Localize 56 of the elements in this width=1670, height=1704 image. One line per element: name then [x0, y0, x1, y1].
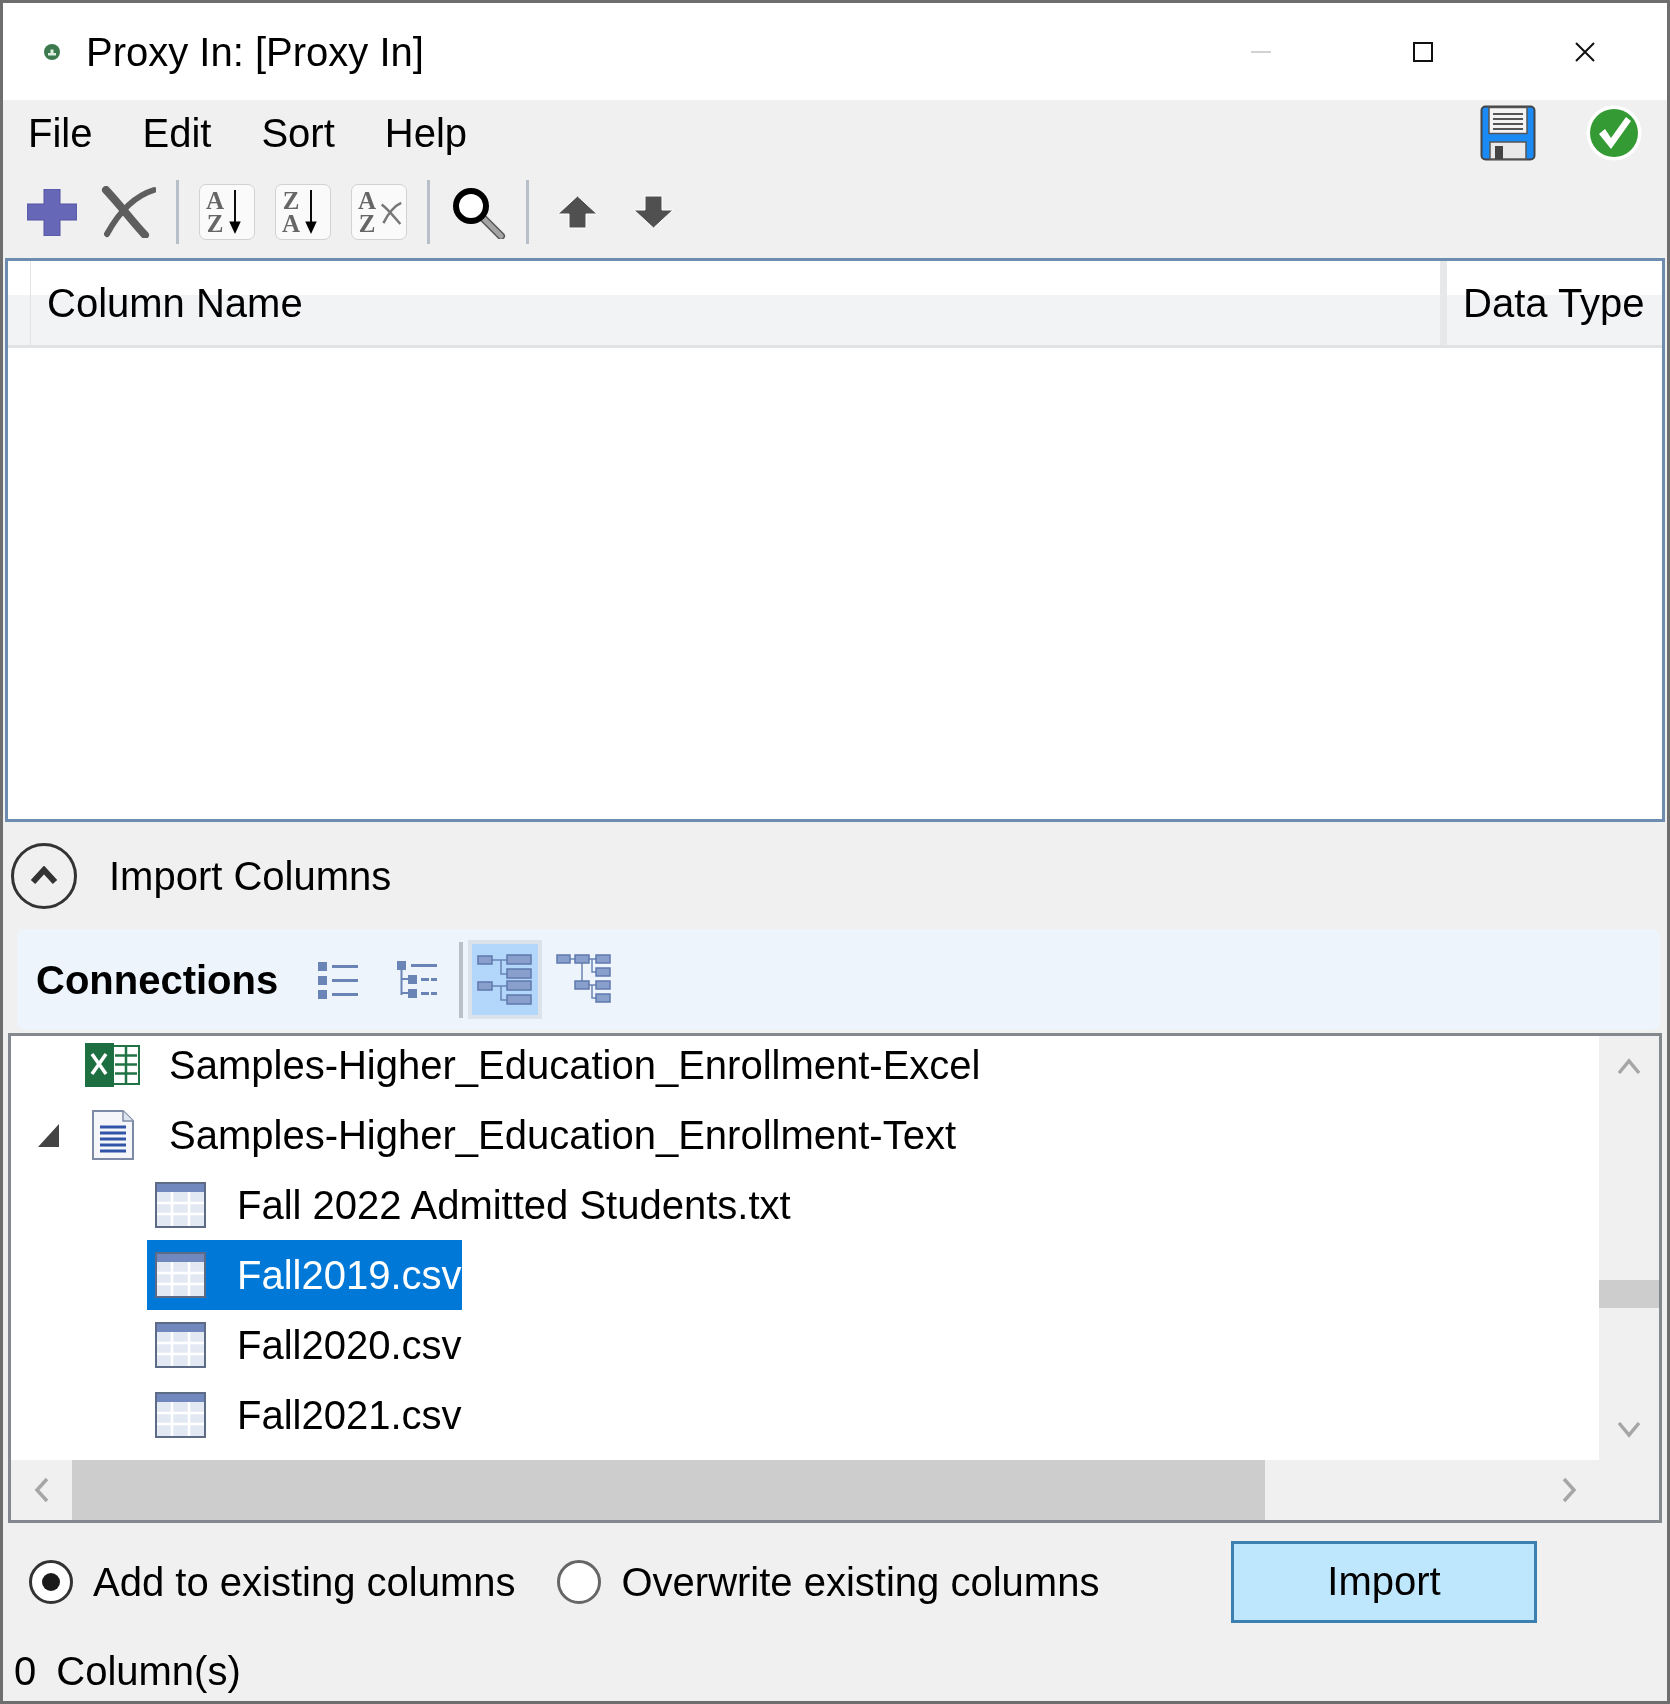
view-button[interactable] [468, 940, 543, 1019]
app-icon [44, 43, 60, 60]
scrollbar-thumb[interactable] [1599, 1280, 1659, 1308]
section-title: Import Columns [109, 852, 392, 900]
tree-item[interactable]: Fall2021.csv [147, 1380, 462, 1450]
chevron-right-icon[interactable] [1560, 1477, 1577, 1503]
collapse-button[interactable] [11, 842, 77, 909]
tree-item[interactable]: Fall2020.csv [147, 1310, 462, 1380]
table-icon [155, 1392, 206, 1438]
add-icon[interactable] [27, 188, 77, 236]
table-icon [155, 1252, 206, 1298]
table-icon [155, 1322, 206, 1368]
document-icon [91, 1110, 134, 1160]
radio-button[interactable] [29, 1559, 73, 1604]
status-label: Column(s) [56, 1647, 241, 1695]
down-arrow-icon [228, 190, 243, 234]
tree-icon [556, 953, 613, 1006]
save-icon[interactable] [1480, 105, 1536, 161]
radio-label[interactable]: Add to existing columns [93, 1557, 516, 1606]
radio-label[interactable]: Overwrite existing columns [621, 1557, 1100, 1606]
tree-item[interactable]: Fall 2022 Admitted Students.txt [147, 1170, 791, 1240]
chevron-up-icon[interactable] [1617, 1057, 1641, 1075]
indented-list-icon [397, 960, 438, 999]
column-header[interactable]: Data Type [1447, 261, 1662, 345]
clear-sort-button[interactable]: A Z [351, 184, 407, 240]
import-button[interactable]: Import [1231, 1540, 1537, 1623]
check-icon[interactable] [1586, 105, 1642, 161]
scrollbar-thumb[interactable] [72, 1460, 1265, 1520]
list-icon [318, 960, 359, 999]
chevron-left-icon[interactable] [33, 1477, 50, 1503]
window-title: Proxy In: [Proxy In] [86, 28, 424, 76]
down-arrow-icon[interactable] [632, 195, 674, 229]
menu-item[interactable]: Edit [117, 109, 237, 157]
tree-item[interactable]: Fall2019.csv [147, 1240, 462, 1310]
tree-icon [477, 953, 534, 1006]
menu-item[interactable]: Help [359, 109, 492, 157]
up-arrow-icon[interactable] [556, 195, 598, 229]
panel-title: Connections [36, 956, 279, 1004]
sort-button[interactable]: A Z [199, 184, 255, 240]
down-arrow-icon [304, 190, 319, 234]
menu-item[interactable]: Sort [236, 109, 360, 157]
chevron-down-icon[interactable] [1617, 1421, 1641, 1439]
tree-item[interactable]: Samples-Higher_Education_Enrollment-Text [79, 1100, 957, 1170]
expander-arrow-icon[interactable] [37, 1123, 59, 1147]
spreadsheet-icon [85, 1043, 140, 1087]
table-icon [155, 1182, 206, 1228]
tree-item[interactable]: Samples-Higher_Education_Enrollment-Excel [79, 1036, 981, 1100]
menu-item[interactable]: File [3, 109, 118, 157]
column-count: 0 [14, 1647, 37, 1695]
x-mark-icon [380, 200, 403, 226]
delete-icon[interactable] [100, 186, 156, 238]
close-icon[interactable] [1575, 41, 1595, 62]
search-icon[interactable] [450, 185, 506, 239]
sort-button[interactable]: Z A [275, 184, 331, 240]
maximize-icon[interactable] [1413, 41, 1433, 62]
column-header[interactable]: Column Name [31, 261, 1447, 345]
